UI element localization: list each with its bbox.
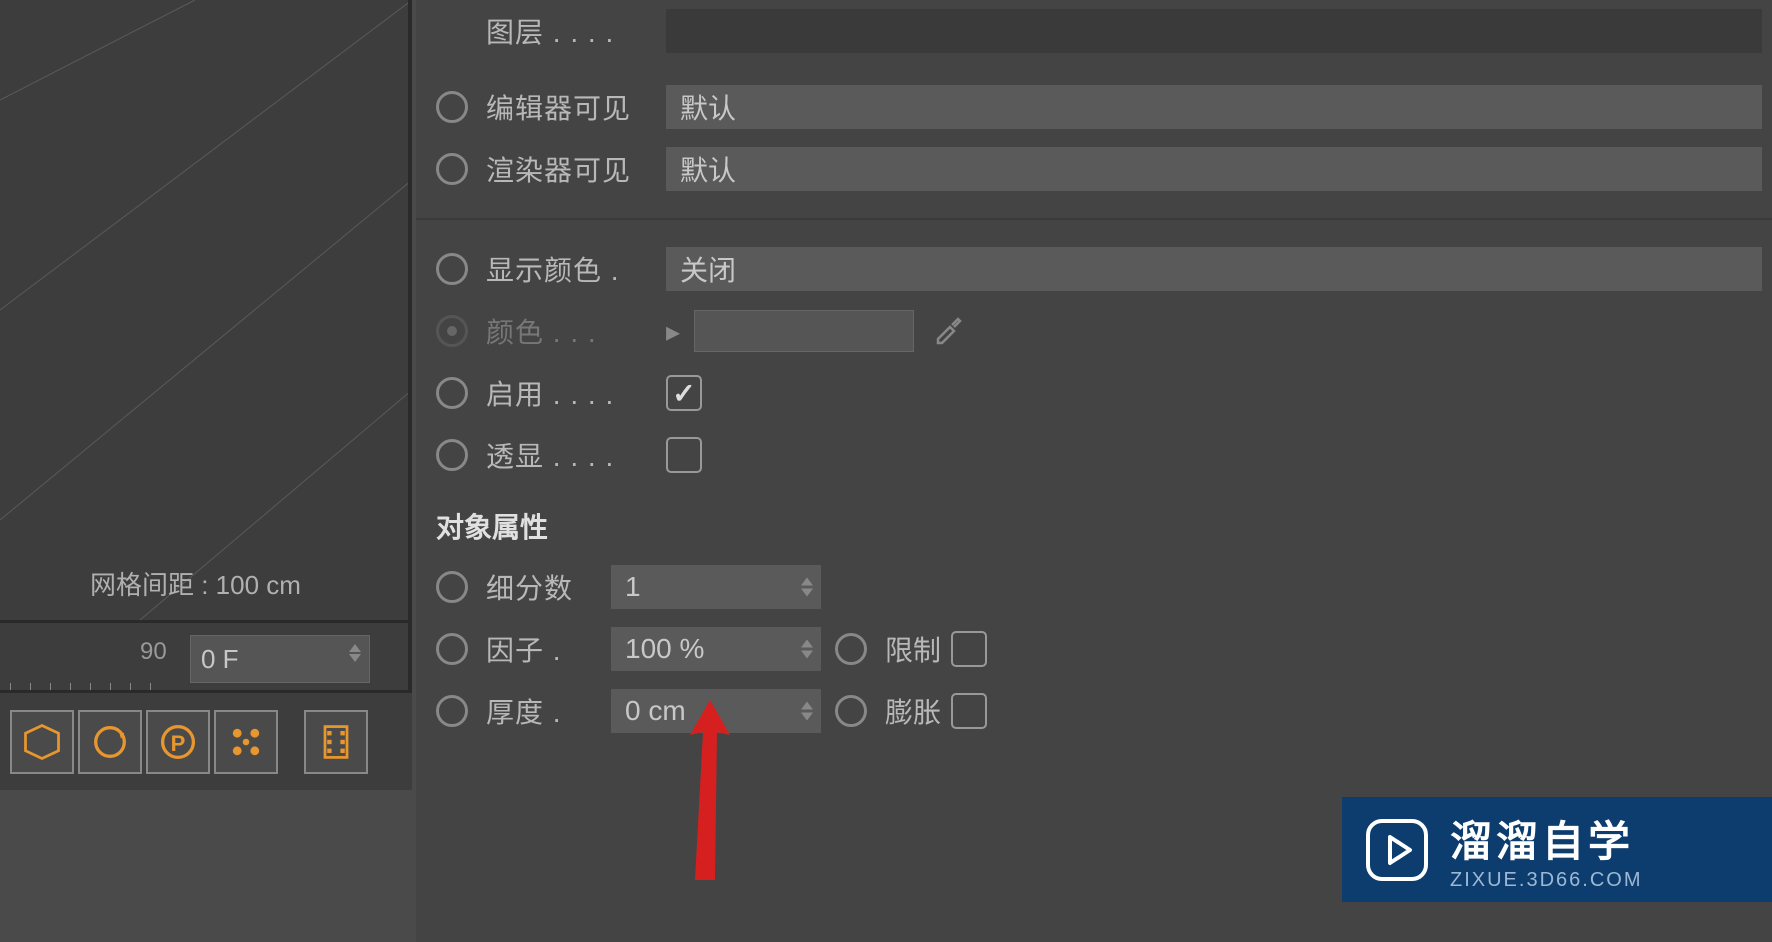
svg-text:P: P (171, 730, 186, 755)
subdivisions-keyframe[interactable] (436, 571, 468, 603)
layer-label: 图层 . . . . (486, 11, 666, 51)
tool-rotate-button[interactable] (78, 710, 142, 774)
transparency-keyframe[interactable] (436, 439, 468, 471)
subdivisions-row: 细分数 1 (416, 556, 1772, 618)
expand-checkbox[interactable] (951, 693, 987, 729)
timeline: 90 0 F (0, 620, 412, 690)
expand-group: 膨胀 (835, 691, 987, 731)
display-color-dropdown[interactable]: 关闭 (666, 247, 1762, 291)
factor-keyframe[interactable] (436, 633, 468, 665)
tool-projection-button[interactable]: P (146, 710, 210, 774)
tool-film-button[interactable] (304, 710, 368, 774)
viewport[interactable]: 网格间距 : 100 cm (0, 0, 412, 620)
factor-row: 因子 . 100 % 限制 (416, 618, 1772, 680)
limit-group: 限制 (835, 629, 987, 669)
annotation-arrow (665, 690, 755, 895)
layer-dropdown[interactable] (666, 9, 1762, 53)
renderer-visible-dropdown[interactable]: 默认 (666, 147, 1762, 191)
watermark: 溜溜自学 ZIXUE.3D66.COM (1342, 797, 1772, 902)
expand-keyframe[interactable] (835, 695, 867, 727)
color-swatch[interactable] (694, 310, 914, 352)
enable-label: 启用 . . . . (486, 373, 666, 413)
enable-row: 启用 . . . . (416, 362, 1772, 424)
spinner-down-icon[interactable] (801, 589, 813, 597)
thickness-row: 厚度 . 0 cm 膨胀 (416, 680, 1772, 742)
subdivisions-label: 细分数 (486, 567, 611, 607)
limit-checkbox[interactable] (951, 631, 987, 667)
transparency-row: 透显 . . . . (416, 424, 1772, 486)
editor-visible-keyframe[interactable] (436, 91, 468, 123)
expand-label: 膨胀 (885, 691, 941, 731)
tool-palette: P (0, 690, 412, 790)
color-keyframe[interactable] (436, 315, 468, 347)
editor-visible-row: 编辑器可见 默认 (416, 76, 1772, 138)
frame-spinner[interactable] (349, 644, 361, 662)
eyedropper-icon[interactable] (932, 313, 964, 350)
color-row: 颜色 . . . ▸ (416, 300, 1772, 362)
spinner-down-icon[interactable] (349, 654, 361, 662)
factor-spinner[interactable] (801, 640, 813, 659)
watermark-subtitle: ZIXUE.3D66.COM (1450, 869, 1642, 892)
renderer-visible-label: 渲染器可见 (486, 149, 666, 189)
spinner-down-icon[interactable] (801, 713, 813, 721)
editor-visible-dropdown[interactable]: 默认 (666, 85, 1762, 129)
spinner-up-icon[interactable] (801, 578, 813, 586)
spinner-up-icon[interactable] (349, 644, 361, 652)
display-color-label: 显示颜色 . (486, 249, 666, 289)
transparency-checkbox[interactable] (666, 437, 702, 473)
color-expand-icon[interactable]: ▸ (666, 315, 680, 348)
limit-label: 限制 (885, 629, 941, 669)
timeline-marker: 90 (140, 638, 167, 666)
display-color-row: 显示颜色 . 关闭 (416, 238, 1772, 300)
transparency-label: 透显 . . . . (486, 435, 666, 475)
display-color-keyframe[interactable] (436, 253, 468, 285)
frame-input[interactable]: 0 F (190, 635, 370, 683)
thickness-keyframe[interactable] (436, 695, 468, 727)
limit-keyframe[interactable] (835, 633, 867, 665)
renderer-visible-keyframe[interactable] (436, 153, 468, 185)
tool-dots-button[interactable] (214, 710, 278, 774)
color-label: 颜色 . . . (486, 311, 666, 351)
grid-spacing-label: 网格间距 : 100 cm (90, 565, 301, 602)
subdivisions-input[interactable]: 1 (611, 565, 821, 609)
factor-label: 因子 . (486, 629, 611, 669)
subdivisions-spinner[interactable] (801, 578, 813, 597)
enable-checkbox[interactable] (666, 375, 702, 411)
layer-row: 图层 . . . . (416, 0, 1772, 62)
frame-value: 0 F (201, 644, 239, 675)
tool-cube-button[interactable] (10, 710, 74, 774)
watermark-play-icon (1362, 815, 1432, 885)
enable-keyframe[interactable] (436, 377, 468, 409)
object-attributes-header: 对象属性 (416, 486, 1772, 556)
watermark-title: 溜溜自学 (1450, 808, 1642, 869)
factor-input[interactable]: 100 % (611, 627, 821, 671)
spinner-up-icon[interactable] (801, 640, 813, 648)
renderer-visible-row: 渲染器可见 默认 (416, 138, 1772, 200)
thickness-label: 厚度 . (486, 691, 611, 731)
thickness-spinner[interactable] (801, 702, 813, 721)
viewport-grid (0, 0, 408, 620)
editor-visible-label: 编辑器可见 (486, 87, 666, 127)
spinner-down-icon[interactable] (801, 651, 813, 659)
spinner-up-icon[interactable] (801, 702, 813, 710)
